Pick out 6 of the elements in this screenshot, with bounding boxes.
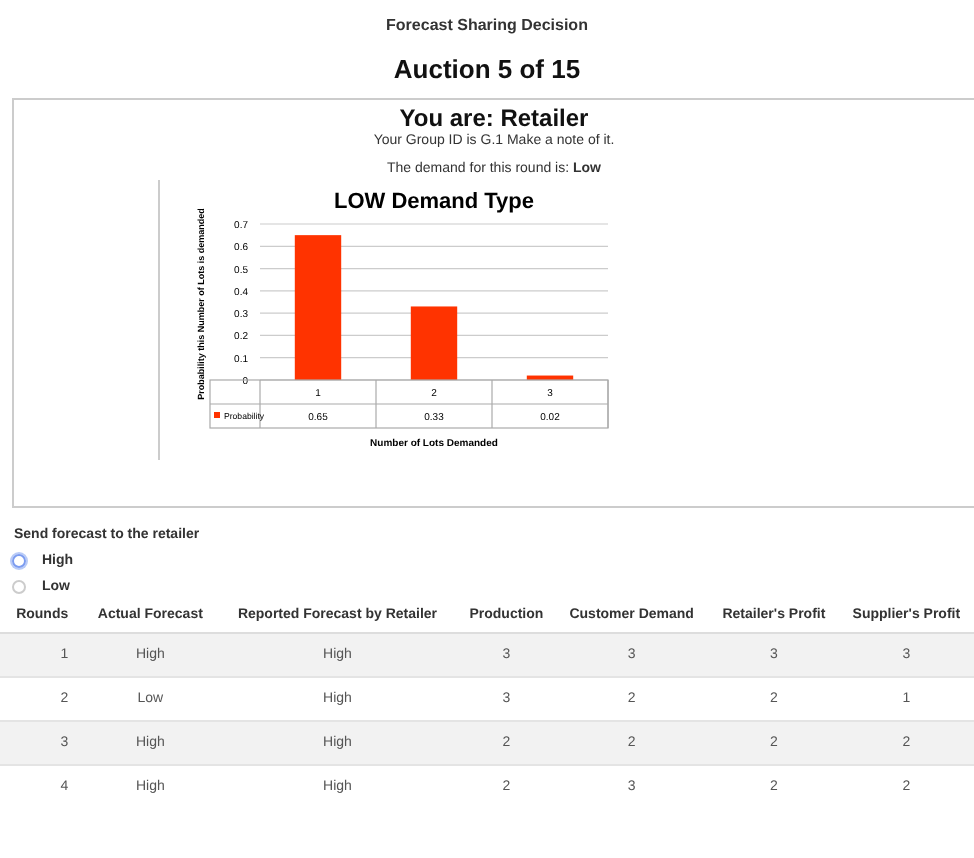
chart-title: LOW Demand Type (333, 190, 535, 214)
radio-button[interactable] (12, 554, 26, 568)
auction-heading: Auction 5 of 15 (391, 54, 583, 84)
page-title: Forecast Sharing Decision (384, 14, 590, 34)
role-heading: You are: Retailer (399, 104, 589, 132)
radio-button[interactable] (12, 580, 26, 594)
